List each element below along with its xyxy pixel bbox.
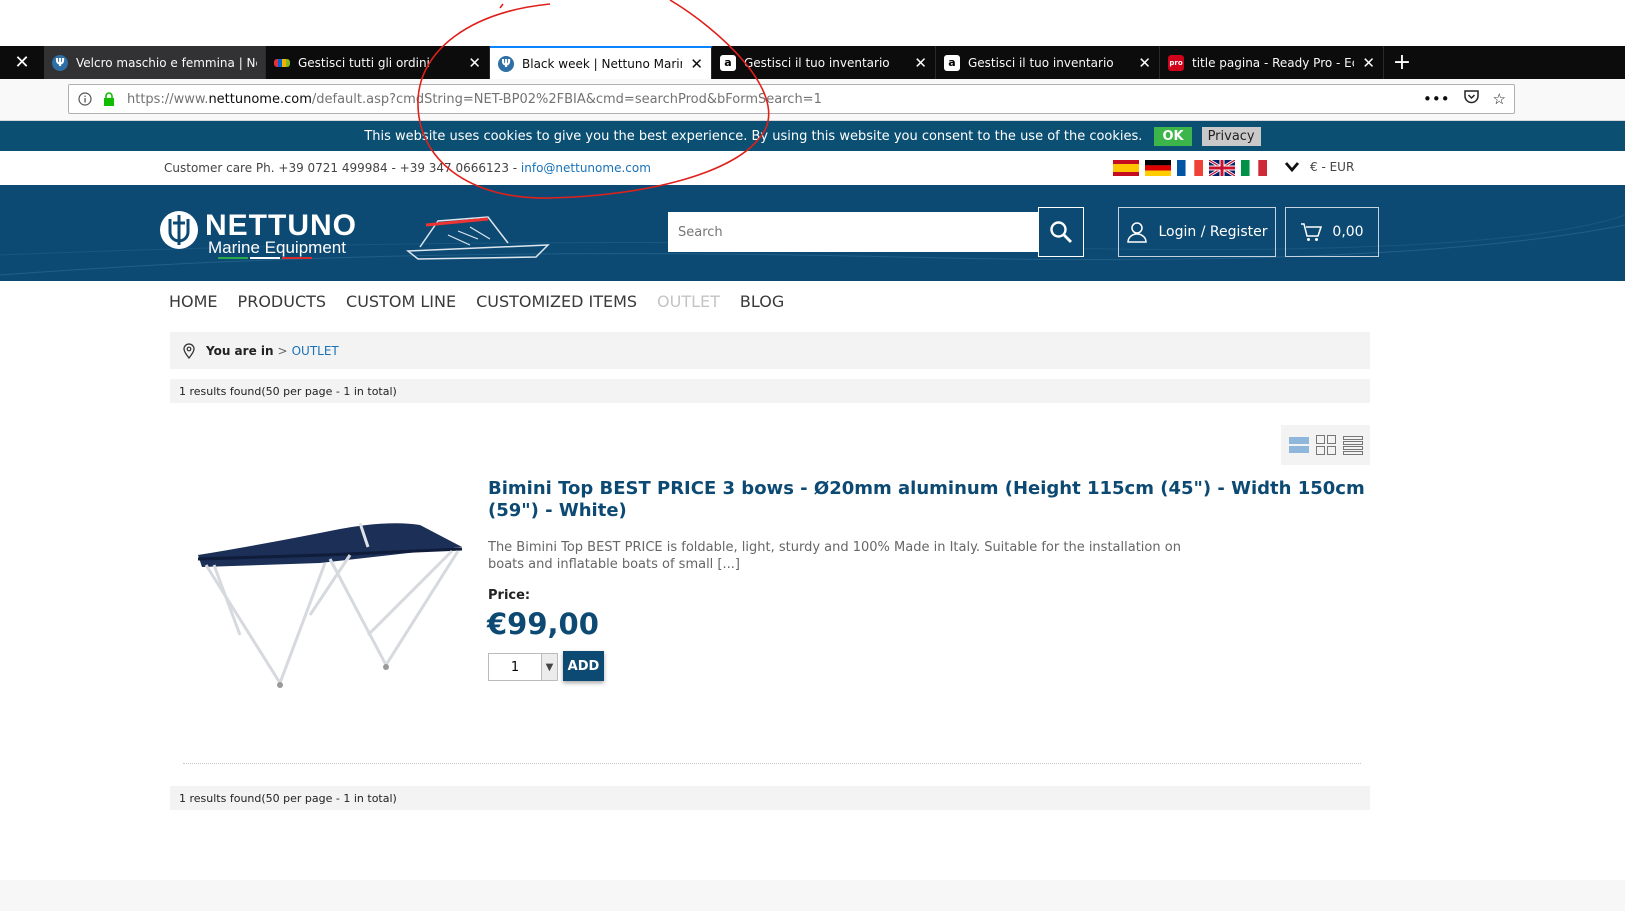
product-image[interactable] bbox=[190, 515, 470, 705]
compact-list-view-icon[interactable] bbox=[1342, 435, 1363, 455]
lock-icon[interactable] bbox=[101, 91, 117, 107]
browser-tab[interactable]: Ψ Velcro maschio e femmina | Ne bbox=[44, 46, 266, 79]
logo-subtitle: Marine Equipment bbox=[208, 238, 346, 257]
menu-item-blog[interactable]: BLOG bbox=[740, 292, 784, 311]
menu-item-custom-line[interactable]: CUSTOM LINE bbox=[346, 292, 456, 311]
pocket-icon[interactable] bbox=[1463, 90, 1479, 108]
divider bbox=[183, 763, 1361, 764]
cookie-banner: This website uses cookies to give you th… bbox=[0, 121, 1625, 151]
results-count-bottom: 1 results found(50 per page - 1 in total… bbox=[170, 786, 1370, 810]
search-icon bbox=[1050, 221, 1072, 243]
browser-tab[interactable]: a Gestisci il tuo inventario ✕ bbox=[712, 46, 936, 79]
breadcrumb-current[interactable]: OUTLET bbox=[292, 344, 339, 358]
product-title[interactable]: Bimini Top BEST PRICE 3 bows - Ø20mm alu… bbox=[488, 478, 1368, 522]
more-options-icon[interactable]: ••• bbox=[1423, 90, 1450, 108]
menu-item-customized-items[interactable]: CUSTOMIZED ITEMS bbox=[476, 292, 637, 311]
browser-tab-bar: ✕ Ψ Velcro maschio e femmina | Ne Gestis… bbox=[0, 46, 1625, 79]
info-icon[interactable] bbox=[77, 91, 93, 107]
tab-title: Black week | Nettuno Marine Ec bbox=[522, 56, 682, 71]
breadcrumb: You are in > OUTLET bbox=[170, 332, 1370, 369]
site-header: NETTUNO Marine Equipment Login / Registe… bbox=[0, 185, 1625, 281]
product-description: The Bimini Top BEST PRICE is foldable, l… bbox=[488, 540, 1181, 572]
user-icon bbox=[1127, 222, 1148, 243]
ebay-favicon-icon bbox=[274, 58, 290, 67]
grid-view-icon[interactable] bbox=[1315, 435, 1336, 455]
login-label: Login / Register bbox=[1158, 224, 1268, 240]
flag-fr-icon[interactable] bbox=[1177, 160, 1203, 176]
bookmark-star-icon[interactable]: ☆ bbox=[1493, 90, 1506, 108]
chevron-down-icon[interactable]: ▼ bbox=[541, 654, 557, 680]
browser-tab[interactable]: pro title pagina - Ready Pro - Ecom ✕ bbox=[1160, 46, 1384, 79]
location-pin-icon bbox=[183, 342, 195, 359]
cart-icon bbox=[1301, 223, 1323, 241]
privacy-button[interactable]: Privacy bbox=[1201, 126, 1261, 146]
browser-nav-bar: https://www.nettunome.com/default.asp?cm… bbox=[0, 79, 1625, 121]
cookie-ok-button[interactable]: OK bbox=[1154, 126, 1192, 146]
site-logo[interactable]: NETTUNO Marine Equipment bbox=[158, 205, 558, 269]
search-button[interactable] bbox=[1038, 207, 1084, 257]
tab-title: title pagina - Ready Pro - Ecom bbox=[1192, 55, 1354, 70]
main-menu: HOME PRODUCTS CUSTOM LINE CUSTOMIZED ITE… bbox=[169, 292, 784, 311]
search-input[interactable] bbox=[668, 212, 1038, 252]
close-icon[interactable]: ✕ bbox=[468, 54, 481, 72]
view-switcher bbox=[1281, 425, 1370, 465]
contact-bar: Customer care Ph. +39 0721 499984 - +39 … bbox=[0, 151, 1625, 185]
flag-it-icon[interactable] bbox=[1241, 160, 1267, 176]
close-icon[interactable]: ✕ bbox=[1362, 54, 1375, 72]
breadcrumb-prefix: You are in bbox=[206, 343, 274, 358]
currency-label: € - EUR bbox=[1310, 160, 1355, 174]
tab-title: Velcro maschio e femmina | Ne bbox=[76, 55, 257, 70]
close-icon[interactable]: ✕ bbox=[914, 54, 927, 72]
quantity-select[interactable]: 1 ▼ bbox=[488, 653, 558, 681]
browser-tab[interactable]: a Gestisci il tuo inventario ✕ bbox=[936, 46, 1160, 79]
tab-title: Gestisci il tuo inventario bbox=[968, 55, 1114, 70]
flag-gb-icon[interactable] bbox=[1209, 160, 1235, 176]
flag-de-icon[interactable] bbox=[1145, 160, 1171, 176]
cart-button[interactable]: 0,00 bbox=[1285, 207, 1379, 257]
amazon-favicon-icon: a bbox=[720, 54, 736, 71]
menu-item-outlet[interactable]: OUTLET bbox=[657, 292, 720, 311]
quantity-value: 1 bbox=[510, 659, 520, 675]
footer-band bbox=[0, 880, 1625, 911]
close-tab-icon[interactable]: ✕ bbox=[0, 46, 44, 79]
product-price: €99,00 bbox=[487, 607, 599, 641]
menu-item-products[interactable]: PRODUCTS bbox=[238, 292, 327, 311]
browser-tab-active[interactable]: Ψ Black week | Nettuno Marine Ec ✕ bbox=[490, 46, 712, 79]
email-link[interactable]: info@nettunome.com bbox=[521, 161, 651, 175]
login-register-button[interactable]: Login / Register bbox=[1118, 207, 1276, 257]
menu-item-home[interactable]: HOME bbox=[169, 292, 218, 311]
nettuno-favicon-icon: Ψ bbox=[498, 55, 514, 72]
results-count-top: 1 results found(50 per page - 1 in total… bbox=[170, 379, 1370, 403]
add-to-cart-button[interactable]: ADD bbox=[563, 651, 604, 681]
tab-title: Gestisci tutti gli ordini bbox=[298, 55, 430, 70]
contact-info: Customer care Ph. +39 0721 499984 - +39 … bbox=[164, 161, 651, 175]
readypro-favicon-icon: pro bbox=[1168, 54, 1184, 71]
close-icon[interactable]: ✕ bbox=[1138, 54, 1151, 72]
breadcrumb-separator: > bbox=[277, 343, 288, 358]
nettuno-favicon-icon: Ψ bbox=[52, 54, 68, 71]
new-tab-icon[interactable]: + bbox=[1384, 46, 1420, 79]
currency-selector[interactable]: € - EUR bbox=[1284, 160, 1354, 174]
close-icon[interactable]: ✕ bbox=[690, 55, 703, 73]
url-text: https://www.nettunome.com/default.asp?cm… bbox=[127, 91, 822, 107]
list-view-icon[interactable] bbox=[1288, 435, 1309, 455]
language-selector bbox=[1113, 160, 1267, 176]
price-label: Price: bbox=[488, 588, 531, 603]
search-box bbox=[668, 212, 1084, 252]
tab-title: Gestisci il tuo inventario bbox=[744, 55, 890, 70]
amazon-favicon-icon: a bbox=[944, 54, 960, 71]
chevron-down-icon bbox=[1284, 162, 1300, 173]
cart-total: 0,00 bbox=[1332, 224, 1364, 240]
browser-tab[interactable]: Gestisci tutti gli ordini ✕ bbox=[266, 46, 490, 79]
address-bar[interactable]: https://www.nettunome.com/default.asp?cm… bbox=[68, 84, 1515, 114]
flag-es-icon[interactable] bbox=[1113, 160, 1139, 176]
cookie-text: This website uses cookies to give you th… bbox=[364, 128, 1143, 144]
